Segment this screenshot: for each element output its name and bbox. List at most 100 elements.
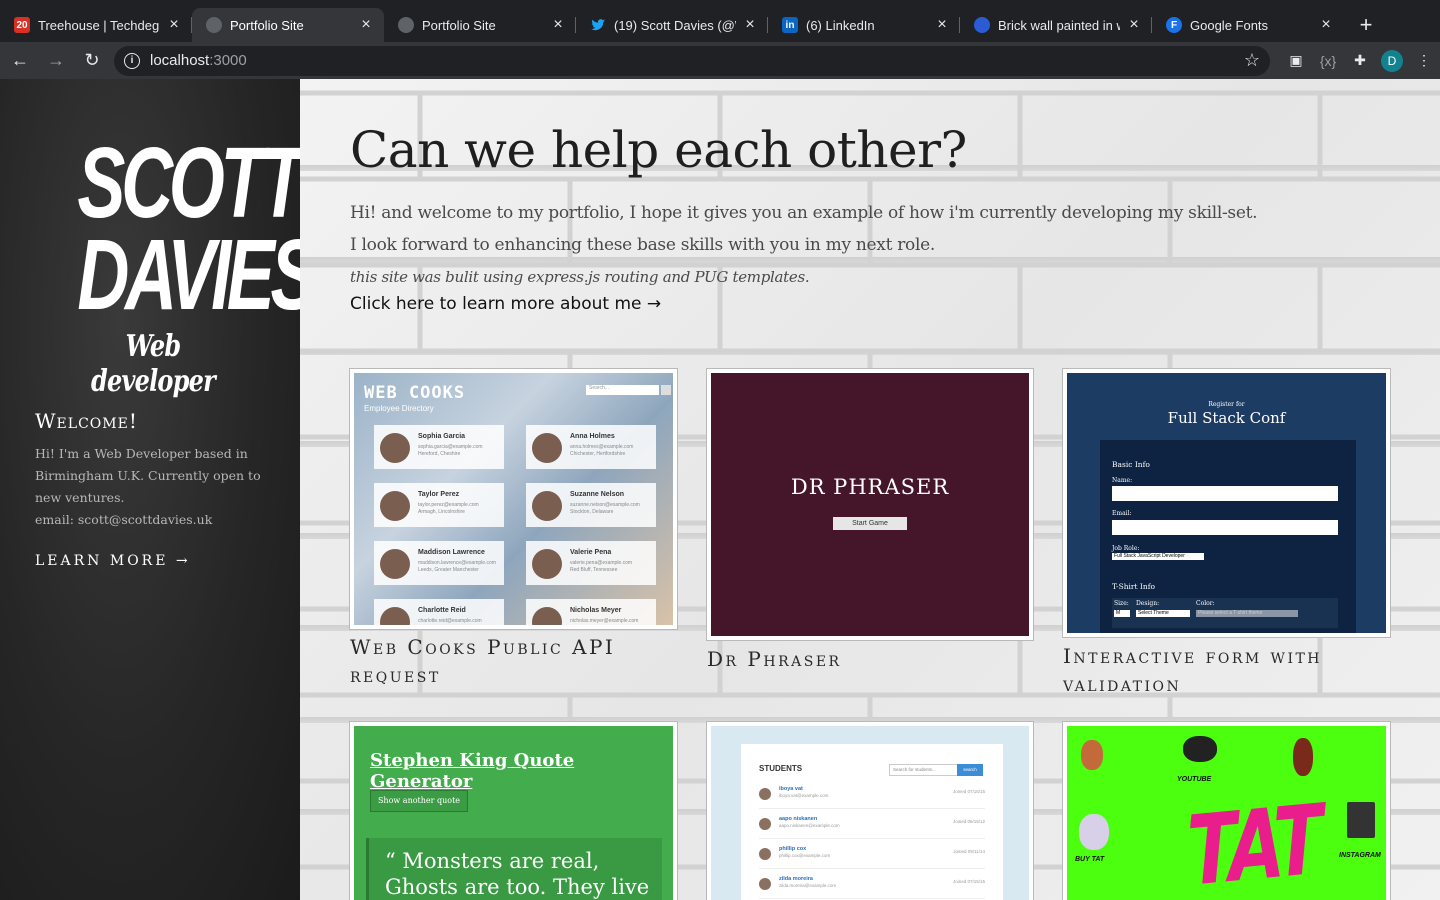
student-email: phillip.cox@example.com	[779, 853, 831, 858]
job-role-label: Job Role:	[1112, 545, 1140, 552]
students-search-button: search	[957, 764, 983, 776]
close-icon[interactable]: ×	[358, 17, 374, 33]
bag-sticker	[1079, 814, 1109, 850]
avatar	[380, 607, 410, 625]
tshirt-info-heading: T-Shirt Info	[1112, 582, 1156, 591]
welcome-heading: Welcome!	[35, 409, 138, 433]
reload-icon[interactable]: ↻	[76, 45, 108, 77]
cast-extension-icon[interactable]: ▣	[1280, 45, 1312, 77]
student-joined: Joined 09/11/14	[953, 849, 985, 854]
photo-frame-sticker	[1347, 802, 1375, 838]
project-caption[interactable]: Web Cooks Public API request	[350, 633, 670, 689]
list-item: aapo niskanen aapo.niskanen@example.com Jo…	[759, 816, 985, 839]
twitter-icon	[590, 17, 606, 33]
student-joined: Joined 07/15/15	[952, 789, 985, 794]
project-thumbnail-interactive-form[interactable]: Register for Full Stack Conf Basic Info …	[1062, 368, 1391, 638]
profile-avatar[interactable]: D	[1376, 45, 1408, 77]
quote-text: “ Monsters are real, Ghosts are too. The…	[366, 838, 662, 900]
email-label: Email:	[1112, 510, 1132, 517]
google-fonts-icon: F	[1166, 17, 1182, 33]
close-icon[interactable]: ×	[166, 17, 182, 33]
employee-card: Maddison Lawrence maddison.lawrence@examp…	[374, 541, 504, 585]
forward-arrow-icon[interactable]: →	[40, 45, 72, 77]
avatar	[380, 549, 410, 579]
site-info-icon[interactable]: i	[124, 52, 140, 69]
employee-card: Anna Holmes anna.holmes@example.com Chiche…	[526, 425, 656, 469]
project-caption[interactable]: Interactive form with validation	[1063, 642, 1383, 698]
code-extension-icon[interactable]: {x}	[1312, 45, 1344, 77]
avatar	[532, 549, 562, 579]
about-me-link[interactable]: Click here to learn more about me →	[350, 294, 661, 314]
project-thumbnail-students[interactable]: STUDENTS Search for students... search i…	[706, 721, 1034, 900]
avatar	[532, 433, 562, 463]
animal-sticker	[1293, 738, 1313, 776]
learn-more-link[interactable]: LEARN MORE →	[35, 553, 191, 569]
tab-twitter[interactable]: (19) Scott Davies (@W ×	[576, 8, 768, 42]
tab-brick-wall[interactable]: Brick wall painted in w ×	[960, 8, 1152, 42]
drum-sticker	[1081, 740, 1103, 770]
close-icon[interactable]: ×	[550, 17, 566, 33]
address-bar[interactable]: i localhost:3000 ☆	[114, 45, 1270, 76]
color-label: Color:	[1196, 600, 1215, 607]
back-arrow-icon[interactable]: ←	[4, 45, 36, 77]
globe-icon	[398, 17, 414, 33]
student-name: phillip cox	[779, 846, 807, 852]
intro-line-2: I look forward to enhancing these base s…	[350, 235, 935, 255]
employee-name: Sophia Garcia	[418, 433, 466, 440]
close-icon[interactable]: ×	[742, 17, 758, 33]
employee-meta: taylor.perez@example.com Armagh, Lincolns…	[418, 502, 479, 515]
bio-text: Hi! I'm a Web Developer based in Birming…	[35, 443, 275, 531]
design-select: Select Theme	[1136, 610, 1190, 617]
form-panel: Basic Info Name: Email: Job Role: Full S…	[1100, 440, 1356, 633]
size-select: M	[1114, 610, 1130, 617]
avatar	[532, 491, 562, 521]
tab-title: Portfolio Site	[230, 17, 304, 33]
tab-linkedin[interactable]: in (6) LinkedIn ×	[768, 8, 960, 42]
employee-card: Suzanne Nelson suzanne.nelson@example.com…	[526, 483, 656, 527]
employee-card: Sophia Garcia sophia.garcia@example.com He…	[374, 425, 504, 469]
extensions-puzzle-icon[interactable]: ✚	[1344, 45, 1376, 77]
tab-title: (19) Scott Davies (@W	[614, 17, 736, 33]
logo-tagline: Web developer	[91, 329, 216, 399]
email-field	[1112, 520, 1338, 535]
student-joined: Joined 07/15/15	[952, 879, 985, 884]
basic-info-heading: Basic Info	[1112, 460, 1150, 469]
new-tab-plus-icon[interactable]: +	[1348, 8, 1384, 42]
tab-title: Treehouse | Techdegre	[38, 17, 160, 33]
more-menu-icon[interactable]: ⋮	[1408, 45, 1440, 77]
project-caption[interactable]: Dr Phraser	[707, 645, 1027, 673]
tab-portfolio-active[interactable]: Portfolio Site ×	[192, 8, 384, 42]
list-item: iboya vat iboya.vat@example.com Joined 07/…	[759, 786, 985, 809]
main-content: Can we help each other? Hi! and welcome …	[300, 79, 1440, 900]
linkedin-icon: in	[782, 17, 798, 33]
form-pretitle: Register for	[1208, 401, 1245, 408]
name-field	[1112, 486, 1338, 501]
close-icon[interactable]: ×	[1318, 17, 1334, 33]
project-thumbnail-stephen-king[interactable]: Stephen King Quote Generator Show anothe…	[349, 721, 678, 900]
buy-label: BUY TAT	[1075, 856, 1105, 863]
site-logo[interactable]: SCOTT DAVIES Web developer	[48, 127, 318, 399]
student-name: aapo niskanen	[779, 816, 818, 822]
show-another-quote-button: Show another quote	[370, 790, 468, 812]
project-thumbnail-web-cooks[interactable]: WEB COOKS Employee Directory Search... S…	[349, 368, 678, 630]
tat-preview: YOUTUBE BUY TAT TAT INSTAGRAM	[1067, 726, 1386, 900]
employee-meta: valerie.pena@example.com Red Bluff, Tenne…	[570, 560, 633, 573]
tab-title: (6) LinkedIn	[806, 17, 875, 33]
project-thumbnail-tat[interactable]: YOUTUBE BUY TAT TAT INSTAGRAM	[1062, 721, 1391, 900]
logo-first-name: SCOTT	[77, 127, 304, 239]
bookmark-star-icon[interactable]: ☆	[1244, 50, 1260, 71]
bio-email: email: scott@scottdavies.uk	[35, 512, 213, 527]
intro-line-1: Hi! and welcome to my portfolio, I hope …	[350, 203, 1258, 223]
tab-treehouse[interactable]: 20 Treehouse | Techdegre ×	[0, 8, 192, 42]
tab-google-fonts[interactable]: F Google Fonts ×	[1152, 8, 1344, 42]
close-icon[interactable]: ×	[1126, 17, 1142, 33]
url-host: localhost	[150, 52, 210, 69]
project-thumbnail-dr-phraser[interactable]: DR PHRASER Start Game	[706, 368, 1034, 641]
tab-portfolio[interactable]: Portfolio Site ×	[384, 8, 576, 42]
employee-meta: suzanne.nelson@example.com Stockton, Dela…	[570, 502, 640, 515]
web-cooks-preview: WEB COOKS Employee Directory Search... S…	[354, 373, 673, 625]
close-icon[interactable]: ×	[934, 17, 950, 33]
employee-name: Suzanne Nelson	[570, 491, 625, 498]
list-item: zilda moreira zilda.moreira@example.com Jo…	[759, 876, 985, 899]
employee-meta: charlotte.reid@example.com	[418, 618, 482, 624]
